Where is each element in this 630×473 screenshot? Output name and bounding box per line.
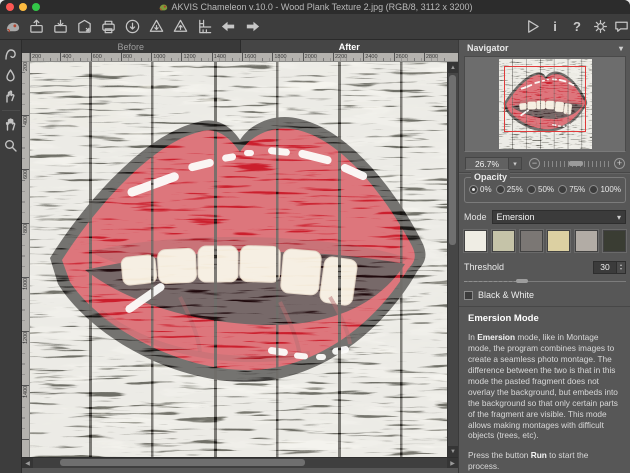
tool-separator [2, 110, 20, 111]
zoom-dropdown-icon[interactable]: ▾ [509, 157, 522, 170]
zoom-in-button[interactable]: + [614, 158, 625, 169]
undo-button[interactable] [216, 16, 240, 38]
zoom-tool[interactable] [1, 135, 21, 155]
import-settings-button[interactable] [72, 16, 96, 38]
blur-tool[interactable] [1, 65, 21, 85]
ruler-corner [22, 53, 30, 62]
info-button[interactable]: i [544, 19, 566, 34]
tab-before[interactable]: Before [22, 40, 241, 53]
swatch-6[interactable] [603, 230, 626, 252]
run-button[interactable] [520, 16, 544, 38]
open-image-button[interactable] [24, 16, 48, 38]
hand-tool[interactable] [1, 114, 21, 134]
vertical-ruler: 200400600800100012001400 [22, 62, 30, 457]
image-canvas[interactable] [30, 62, 447, 457]
smudge-tool[interactable] [1, 86, 21, 106]
save-preset-button[interactable] [168, 16, 192, 38]
swatch-2[interactable] [492, 230, 515, 252]
settings-panel: Navigator ▾ 26.7% ▾ − + Opacity 0% 25% 5… [458, 40, 630, 473]
title-bar[interactable]: AKVIS Chameleon v.10.0 - Wood Plank Text… [0, 0, 630, 14]
mode-label: Mode [464, 212, 487, 222]
chameleon-app-icon [158, 2, 168, 12]
save-image-button[interactable] [48, 16, 72, 38]
hints-area: Emersion Mode In Emersion mode, like in … [459, 306, 630, 473]
scroll-right-icon[interactable]: ▶ [447, 458, 458, 468]
hints-run-note: Press the button Run to start the proces… [468, 450, 622, 472]
swatch-1[interactable] [464, 230, 487, 252]
crop-tool-button[interactable] [192, 16, 216, 38]
minimize-window-button[interactable] [19, 3, 27, 11]
color-swatches [464, 230, 626, 252]
scroll-left-icon[interactable]: ◀ [22, 458, 33, 468]
threshold-label: Threshold [464, 262, 593, 272]
tab-after[interactable]: After [241, 40, 459, 53]
bottom-strip [22, 468, 458, 473]
opacity-label: Opacity [471, 172, 510, 182]
feedback-button[interactable] [612, 16, 630, 38]
zoom-slider[interactable] [544, 159, 610, 168]
opacity-option-100[interactable]: 100% [589, 185, 620, 194]
ruler-end [447, 53, 458, 62]
swatch-4[interactable] [547, 230, 570, 252]
zoom-out-button[interactable]: − [529, 158, 540, 169]
black-white-checkbox[interactable]: Black & White [464, 290, 534, 300]
print-button[interactable] [96, 16, 120, 38]
navigator-view-frame[interactable] [504, 66, 586, 132]
load-preset-button[interactable] [144, 16, 168, 38]
main-toolbar: i ? [0, 14, 630, 40]
swatch-3[interactable] [520, 230, 543, 252]
share-button[interactable] [120, 16, 144, 38]
threshold-value[interactable]: 30 [593, 261, 617, 274]
scroll-up-icon[interactable]: ▲ [448, 62, 458, 73]
horizontal-ruler: 2004006008001000120014001600180020002200… [30, 53, 447, 62]
zoom-slider-thumb[interactable] [569, 161, 583, 166]
horizontal-scroll-thumb[interactable] [60, 459, 305, 466]
zoom-value[interactable]: 26.7% [465, 157, 509, 170]
chameleon-logo-icon [0, 16, 24, 38]
threshold-slider-thumb[interactable] [516, 279, 528, 283]
preferences-button[interactable] [588, 16, 612, 38]
hints-paragraph: In Emersion mode, like in Montage mode, … [468, 332, 622, 441]
opacity-group: Opacity 0% 25% 50% 75% 100% [464, 177, 626, 203]
checkbox-box[interactable] [464, 291, 473, 300]
threshold-spinner[interactable]: ▴▾ [617, 261, 626, 274]
swatch-5[interactable] [575, 230, 598, 252]
scroll-down-icon[interactable]: ▼ [448, 446, 458, 457]
close-window-button[interactable] [6, 3, 14, 11]
mode-select[interactable]: Emersion ▾ [492, 210, 626, 224]
navigator-preview[interactable] [464, 56, 626, 152]
mode-dropdown-icon: ▾ [617, 213, 621, 222]
opacity-option-0[interactable]: 0% [469, 185, 492, 194]
navigator-title: Navigator [467, 43, 509, 53]
zoom-window-button[interactable] [32, 3, 40, 11]
opacity-option-50[interactable]: 50% [527, 185, 554, 194]
view-tabs: Before After [22, 40, 458, 53]
threshold-slider[interactable] [464, 279, 626, 284]
hints-heading: Emersion Mode [468, 313, 622, 324]
navigator-thumbnail [499, 59, 592, 149]
opacity-option-25[interactable]: 25% [496, 185, 523, 194]
redo-button[interactable] [240, 16, 264, 38]
window-title: AKVIS Chameleon v.10.0 - Wood Plank Text… [0, 2, 630, 12]
tool-column [0, 40, 22, 473]
vertical-scroll-thumb[interactable] [449, 75, 456, 245]
chameleon-brush-tool[interactable] [1, 44, 21, 64]
navigator-collapse-icon[interactable]: ▾ [619, 44, 623, 53]
opacity-option-75[interactable]: 75% [558, 185, 585, 194]
help-button[interactable]: ? [566, 19, 588, 34]
app-window: AKVIS Chameleon v.10.0 - Wood Plank Text… [0, 0, 630, 473]
